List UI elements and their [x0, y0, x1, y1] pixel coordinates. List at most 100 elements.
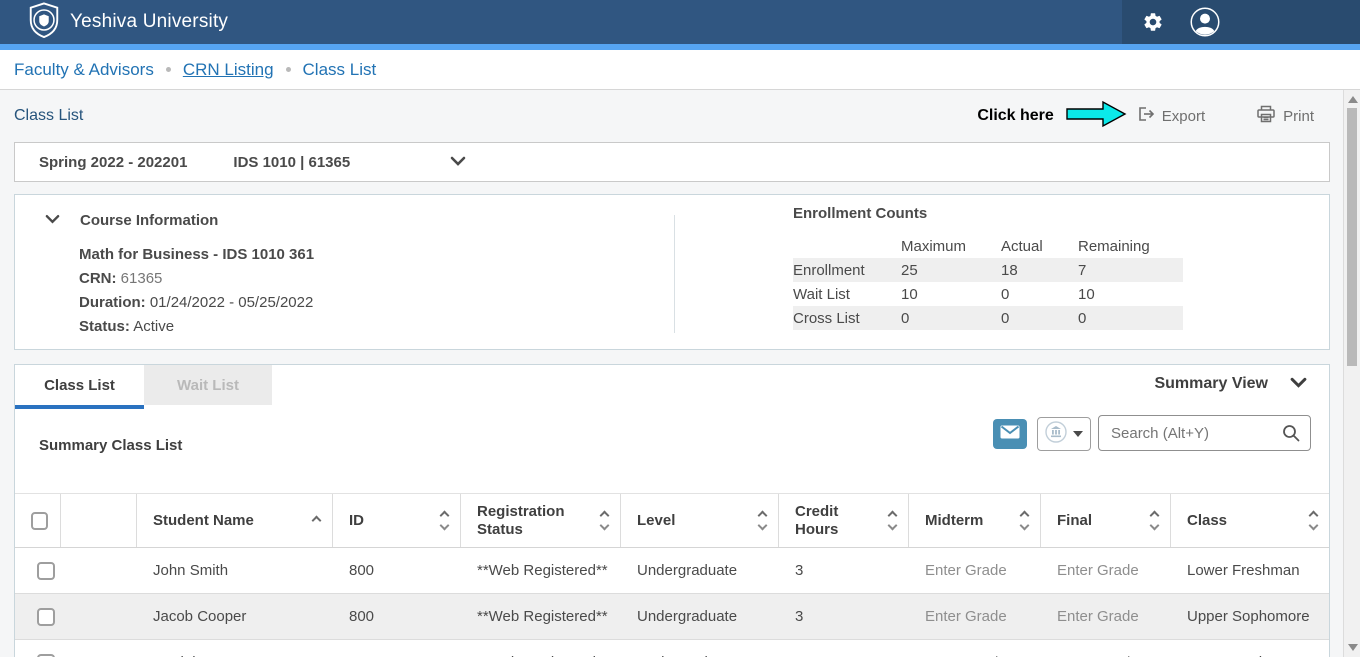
enrollment-counts-table: Maximum Actual Remaining Enrollment 25 1… [793, 234, 1183, 330]
crn-label: CRN: [79, 270, 117, 287]
row-checkbox[interactable] [37, 654, 55, 657]
header-label: Class [1187, 512, 1227, 530]
header-label: Midterm [925, 512, 983, 530]
cell-midterm-enter-grade[interactable]: Enter Grade [909, 562, 1041, 579]
settings-gear-icon[interactable] [1136, 5, 1170, 39]
select-all-header [15, 494, 61, 547]
university-shield-logo-icon [28, 2, 60, 43]
vertical-divider [674, 215, 675, 333]
header-class[interactable]: Class [1171, 494, 1329, 547]
sort-ascending-icon [312, 516, 322, 526]
status-value: Active [133, 318, 174, 335]
table-header-row: Student Name ID Registration Status Leve… [15, 494, 1329, 548]
duration-label: Duration: [79, 294, 146, 311]
cell-level: Undergraduate [621, 562, 779, 579]
cell-level: Undergraduate [621, 608, 779, 625]
cell-final-enter-grade[interactable]: Enter Grade [1041, 608, 1171, 625]
title-actions: Click here Export [977, 99, 1314, 134]
header-label: ID [349, 512, 364, 530]
email-button[interactable] [993, 419, 1027, 449]
cell-student-name: John Smith [137, 562, 333, 579]
cell-class: Upper Sophomore [1171, 608, 1329, 625]
cell-midterm-enter-grade[interactable]: Enter Grade [909, 608, 1041, 625]
crn-line: CRN: 61365 [79, 267, 314, 291]
search-container [1098, 415, 1311, 451]
bank-columns-icon [1045, 421, 1067, 448]
search-input[interactable] [1098, 415, 1311, 451]
scrollbar-thumb[interactable] [1347, 108, 1357, 366]
enrollment-header-row: Maximum Actual Remaining [793, 234, 1183, 258]
duration-value: 01/24/2022 - 05/25/2022 [150, 294, 313, 311]
app-header: Yeshiva University [0, 0, 1360, 44]
search-icon[interactable] [1281, 423, 1301, 448]
class-list-panel: Class List Wait List Summary View Summar… [14, 364, 1330, 657]
course-value: IDS 1010 | 61365 [233, 154, 350, 171]
breadcrumb-crn-listing[interactable]: CRN Listing [183, 60, 274, 80]
row-label: Wait List [793, 286, 901, 303]
view-mode-label: Summary View [1154, 375, 1268, 393]
user-avatar-icon[interactable] [1188, 5, 1222, 39]
select-all-checkbox[interactable] [31, 512, 48, 530]
header-id[interactable]: ID [333, 494, 461, 547]
col-remaining: Remaining [1078, 238, 1181, 255]
filter-options-button[interactable] [1037, 417, 1091, 451]
cell-registration-status: **Web Registered** [461, 562, 621, 579]
print-icon [1255, 104, 1277, 128]
course-information-title: Course Information [80, 212, 218, 229]
cell-class: Lower Freshman [1171, 562, 1329, 579]
cell-final-enter-grade[interactable]: Enter Grade [1041, 562, 1171, 579]
row-checkbox[interactable] [37, 562, 55, 580]
header-level[interactable]: Level [621, 494, 779, 547]
content-area: Class List Click here Export [0, 90, 1360, 657]
tab-class-list[interactable]: Class List [15, 365, 144, 405]
class-list-table: Student Name ID Registration Status Leve… [15, 493, 1329, 657]
table-row: Daniel Jones 800 **Web Registered** Unde… [15, 640, 1329, 657]
crosslist-row: Cross List 0 0 0 [793, 306, 1183, 330]
term-course-selector[interactable]: Spring 2022 - 202201 IDS 1010 | 61365 [14, 142, 1330, 182]
row-maximum: 10 [901, 286, 1001, 303]
sort-icons [1151, 512, 1158, 529]
row-remaining: 7 [1078, 262, 1181, 279]
breadcrumb-faculty-advisors[interactable]: Faculty & Advisors [14, 60, 154, 80]
course-information-collapse[interactable]: Course Information [45, 211, 218, 229]
row-checkbox[interactable] [37, 608, 55, 626]
course-information-details: Math for Business - IDS 1010 361 CRN: 61… [79, 243, 314, 339]
export-button[interactable]: Export [1136, 104, 1205, 128]
table-toolbar: Summary Class List [15, 405, 1329, 493]
scroll-up-arrow-icon[interactable] [1348, 96, 1358, 103]
caret-down-icon [1073, 431, 1083, 437]
row-actual: 18 [1001, 262, 1078, 279]
course-information-card: Course Information Math for Business - I… [14, 194, 1330, 350]
header-credit-hours[interactable]: Credit Hours [779, 494, 909, 547]
scroll-down-arrow-icon[interactable] [1348, 644, 1358, 651]
cell-credit-hours: 3 [779, 608, 909, 625]
breadcrumb-separator-icon [286, 67, 291, 72]
print-button[interactable]: Print [1255, 104, 1314, 128]
tab-wait-list-label: Wait List [177, 377, 239, 394]
enrollment-counts-title: Enrollment Counts [793, 205, 1183, 222]
header-registration-status[interactable]: Registration Status [461, 494, 621, 547]
header-final[interactable]: Final [1041, 494, 1171, 547]
course-title: Math for Business - IDS 1010 361 [79, 243, 314, 267]
page-title-row: Class List Click here Export [0, 90, 1360, 142]
vertical-scrollbar[interactable] [1343, 90, 1360, 657]
header-label: Credit Hours [795, 503, 855, 539]
cell-credit-hours: 3 [779, 562, 909, 579]
table-row: John Smith 800 **Web Registered** Underg… [15, 548, 1329, 594]
tab-class-list-label: Class List [44, 377, 115, 394]
header-student-name[interactable]: Student Name [137, 494, 333, 547]
sort-icons [1310, 512, 1317, 529]
sort-icons [441, 512, 448, 529]
enrollment-row: Enrollment 25 18 7 [793, 258, 1183, 282]
row-maximum: 25 [901, 262, 1001, 279]
chevron-down-icon [450, 153, 466, 171]
breadcrumb-class-list[interactable]: Class List [303, 60, 377, 80]
header-midterm[interactable]: Midterm [909, 494, 1041, 547]
view-mode-selector[interactable]: Summary View [1154, 375, 1307, 393]
duration-line: Duration: 01/24/2022 - 05/25/2022 [79, 291, 314, 315]
tab-wait-list[interactable]: Wait List [144, 365, 272, 405]
row-actual: 0 [1001, 310, 1078, 327]
cell-id: 800 [333, 562, 461, 579]
cell-registration-status: **Web Registered** [461, 608, 621, 625]
crn-value: 61365 [121, 270, 163, 287]
